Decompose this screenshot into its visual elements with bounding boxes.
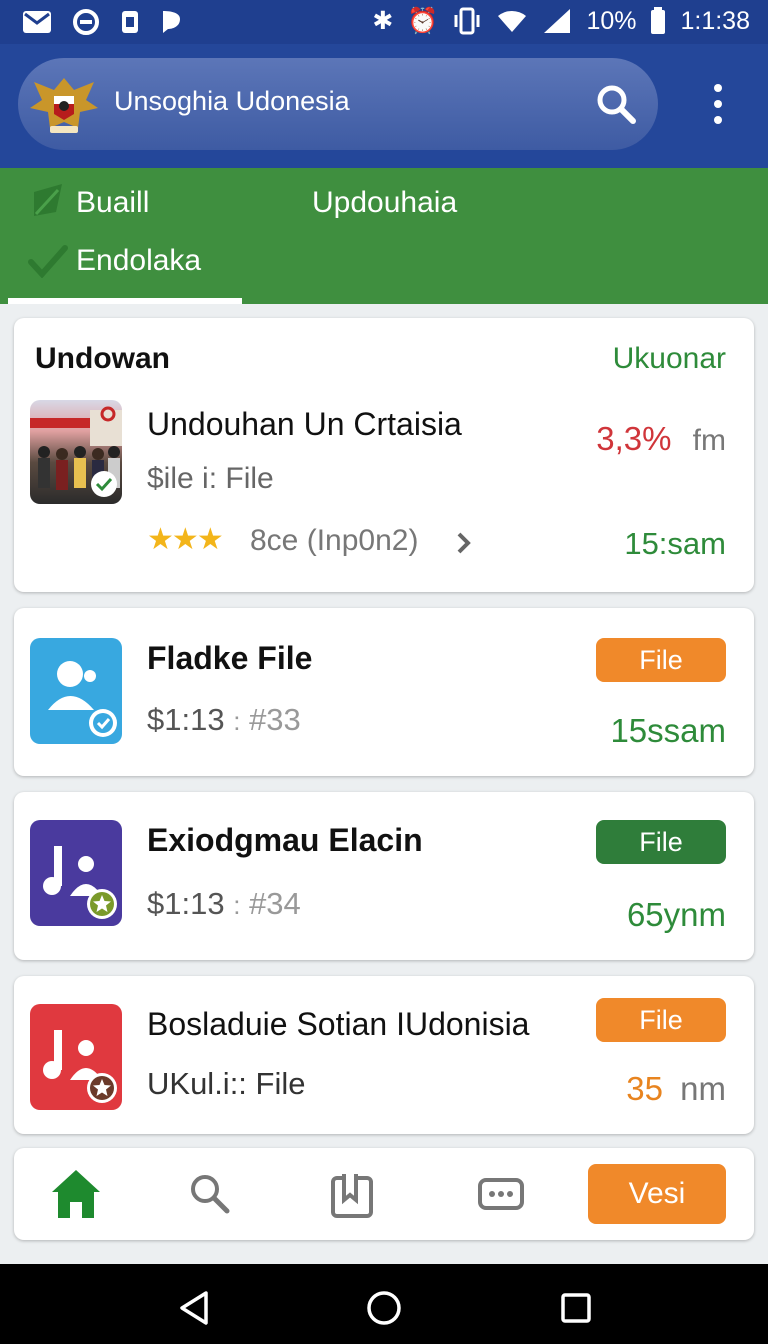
item-time-value: 35 [626,1070,663,1107]
tab-endolaka[interactable]: Endolaka [76,244,201,278]
app-bar: Unsoghia Udonesia [0,44,768,168]
card-heading: Undowan [35,342,170,375]
star-badge-icon [87,1073,117,1103]
item-title: Bosladuie Sotian IUdonisia [147,1006,530,1042]
active-tab-indicator [8,298,242,304]
star-badge-icon [87,889,117,919]
alarm-icon: ⏰ [407,6,439,35]
status-bar: ✱ ⏰ 10% 1:1:38 [0,0,768,44]
check-badge-icon [89,709,117,737]
featured-title: Undouhan Un Crtaisia [147,406,462,442]
flag-icon [163,11,180,33]
item-title: Exiodgmau Elacin [147,822,423,858]
file-badge[interactable]: File [596,820,726,864]
chevron-right-icon[interactable] [456,532,472,554]
bottom-navigation: Vesi [14,1148,754,1240]
rating-text: 8ce (Inp0n2) [250,524,419,557]
garuda-emblem-icon [30,78,98,133]
item-time: 35 nm [626,1070,726,1108]
star-icon: ★ [196,523,224,556]
list-item[interactable]: Bosladuie Sotian IUdonisia UKul.i:: File… [14,976,754,1134]
percent-value: 3,3% [596,420,672,457]
search-icon[interactable] [596,84,636,124]
featured-card[interactable]: Undowan Ukuonar Undouhan Un Crtaisia $il… [14,318,754,592]
item-number: #33 [249,702,301,737]
app-icon [30,820,122,926]
search-icon[interactable] [188,1172,230,1214]
featured-thumbnail [30,400,122,504]
item-sep: : [233,706,241,736]
featured-subtitle: $ile i: File [147,462,274,495]
battery-percent: 10% [586,6,637,35]
vibrate-icon [454,7,480,35]
vesi-button[interactable]: Vesi [588,1164,726,1224]
system-navigation-bar [0,1264,768,1344]
search-bar[interactable]: Unsoghia Udonesia [18,58,658,150]
tab-bar: Buaill Updouhaia Endolaka [0,168,768,304]
star-icon: ★ [171,523,199,556]
file-badge[interactable]: File [596,998,726,1042]
item-subtitle: $1:13 : #34 [147,886,301,922]
star-icon: ★ [147,523,174,556]
list-item[interactable]: Exiodgmau Elacin $1:13 : #34 File 65ynm [14,792,754,960]
leaf-icon [34,184,62,216]
item-subtitle: UKul.i:: File [147,1066,306,1101]
item-time: 15ssam [610,712,726,749]
featured-time: 15:sam [624,526,726,561]
item-time: 65ynm [626,896,726,933]
sync-icon [73,9,99,35]
recents-icon[interactable] [560,1292,592,1324]
item-title: Fladke File [147,640,313,676]
home-circle-icon[interactable] [366,1290,402,1326]
home-icon[interactable] [50,1168,102,1220]
item-number: #34 [249,886,301,921]
clock: 1:1:38 [680,6,750,35]
tab-buaill[interactable]: Buaill [76,186,149,220]
item-price: $1:13 [147,702,225,737]
list-item[interactable]: Fladke File $1:13 : #33 File 15ssam [14,608,754,776]
signal-icon [544,9,571,33]
item-time-unit: nm [680,1070,726,1107]
more-options-icon[interactable] [708,84,728,134]
wifi-icon [498,10,527,32]
bluetooth-icon: ✱ [372,7,394,35]
percent-unit: fm [692,424,726,457]
tab-updouhaia[interactable]: Updouhaia [312,186,457,220]
chat-icon[interactable] [478,1178,524,1210]
featured-percent: 3,3% fm [596,420,726,458]
item-price: $1:13 [147,886,225,921]
item-sep: : [233,890,241,920]
card-action-link[interactable]: Ukuonar [613,342,726,376]
app-icon [30,638,122,744]
verified-check-icon [91,471,117,497]
battery-icon [651,7,666,34]
file-badge[interactable]: File [596,638,726,682]
app-icon [30,1004,122,1110]
star-rating: ★★★ [147,522,224,557]
mail-icon [23,11,51,33]
check-icon [28,245,68,278]
sim-icon [122,11,138,33]
item-subtitle: $1:13 : #33 [147,702,301,738]
app-title: Unsoghia Udonesia [114,86,350,116]
back-icon[interactable] [176,1290,212,1326]
bookmark-icon[interactable] [330,1172,374,1218]
